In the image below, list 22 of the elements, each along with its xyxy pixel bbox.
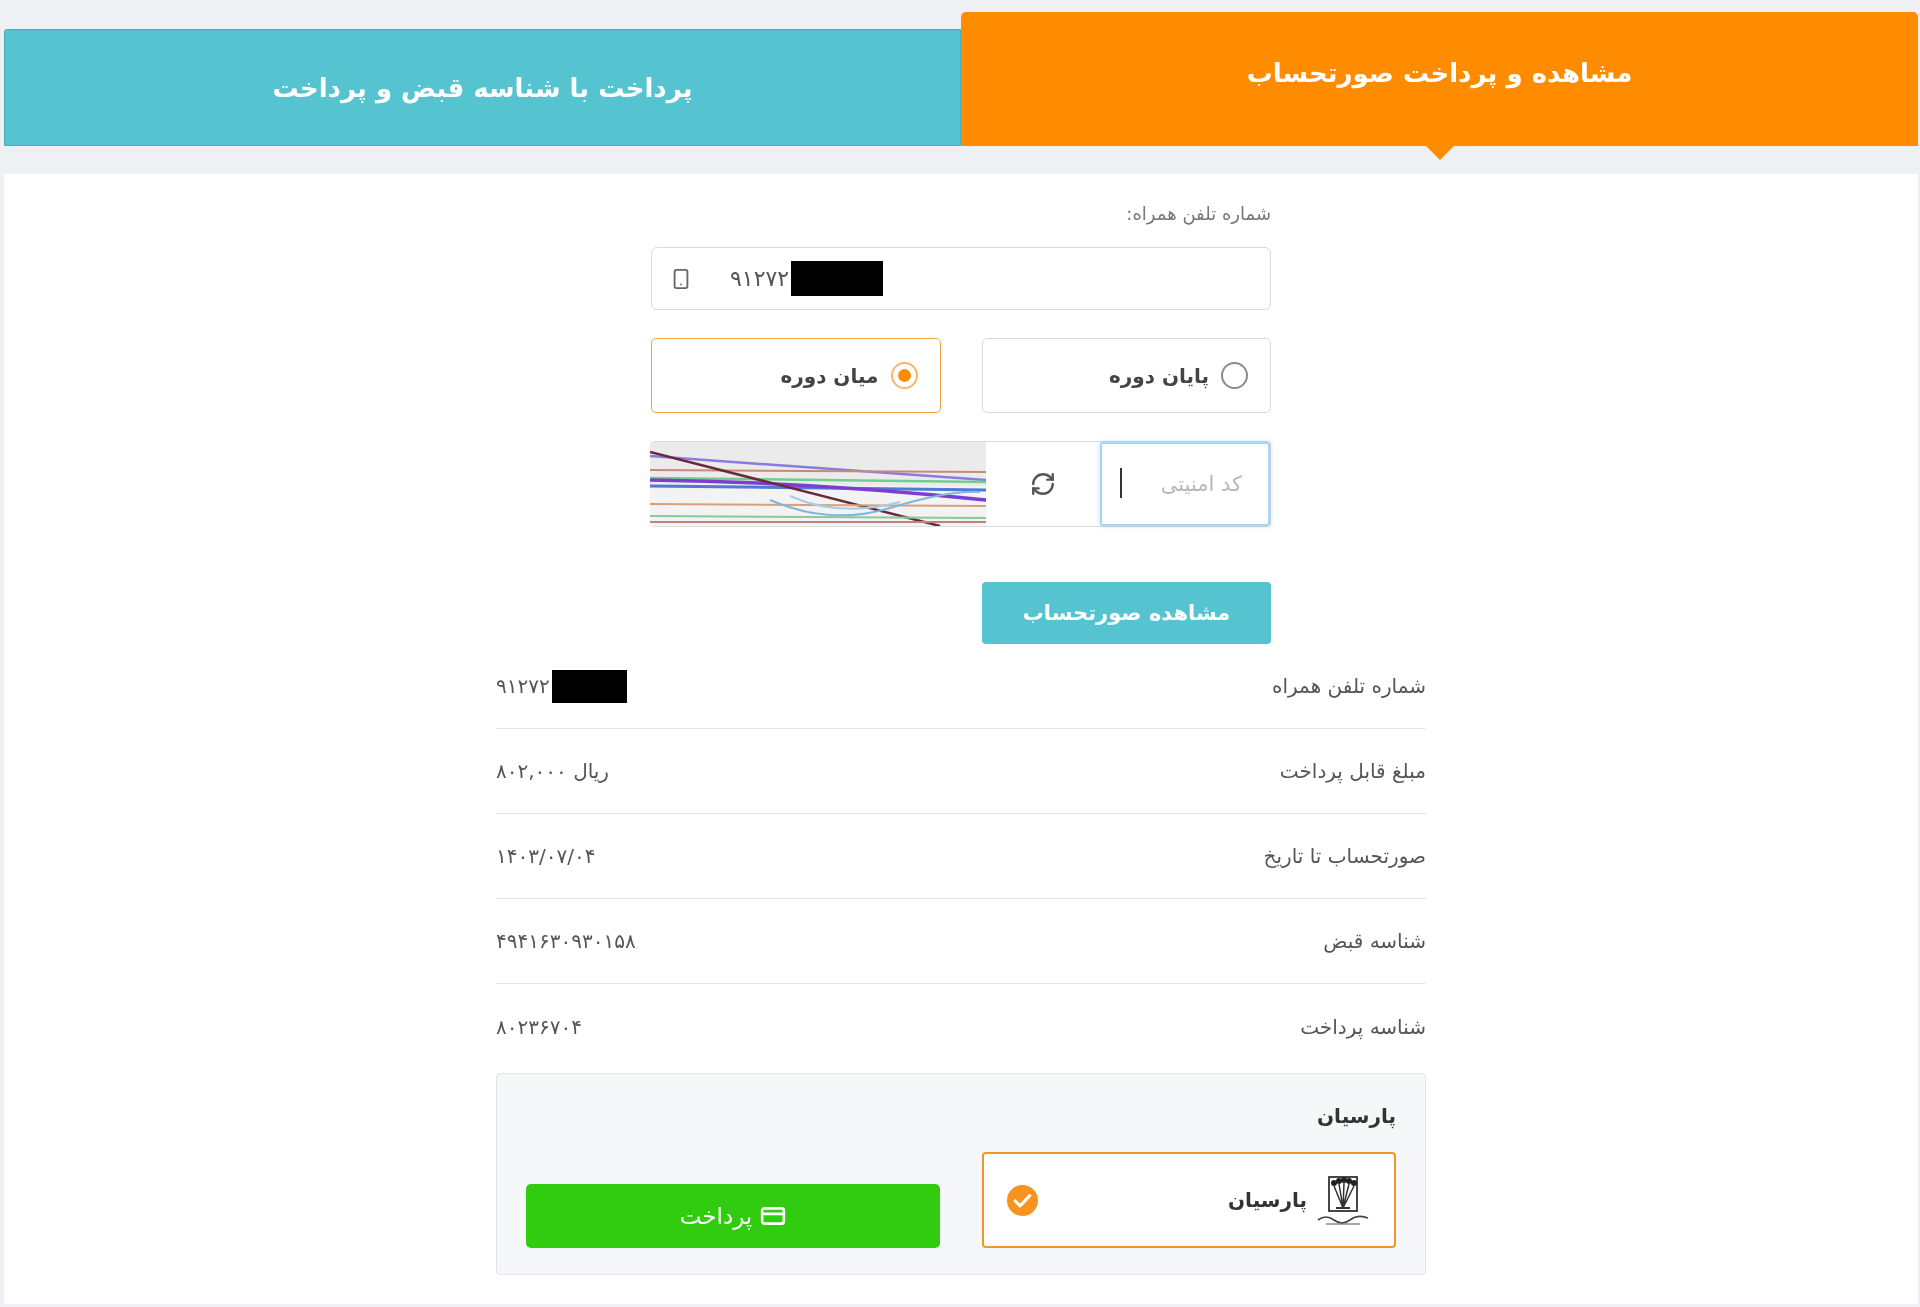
detail-label: شناسه قبض (1323, 929, 1426, 953)
detail-label: مبلغ قابل پرداخت (1279, 759, 1426, 783)
gateway-group-title: پارسیان (1317, 1103, 1396, 1130)
phone-input-field[interactable]: ۹۱۲۷۲ (651, 247, 1271, 310)
detail-value: ۸۰۲۳۶۷۰۴ (496, 1014, 582, 1039)
detail-value: ۴۹۴۱۶۳۰۹۳۰۱۵۸ (496, 929, 636, 953)
triangle-pointer-icon (1425, 146, 1454, 160)
detail-value: ۸۰۲,۰۰۰ ریال (496, 759, 610, 783)
text-cursor (1120, 468, 1122, 498)
gateway-option[interactable]: پارسیان (982, 1152, 1396, 1248)
refresh-icon (1030, 471, 1056, 497)
emblem-icon (1316, 1174, 1371, 1226)
detail-value: ۹۱۲۷۲ (496, 674, 550, 698)
check-circle-icon (1007, 1184, 1038, 1216)
detail-label: شناسه پرداخت (1300, 1014, 1426, 1039)
radio-option[interactable]: پایان دوره (981, 338, 1271, 413)
captcha-input-field[interactable]: کد امنیتی (1100, 442, 1270, 526)
phone-field-label: شماره تلفن همراه: (1126, 202, 1271, 226)
detail-value: ۱۴۰۳/۰۷/۰۴ (496, 844, 596, 868)
radio-option[interactable]: میان دوره (651, 338, 941, 413)
detail-label: صورتحساب تا تاریخ (1263, 844, 1426, 868)
detail-label: شماره تلفن همراه (1272, 674, 1426, 698)
